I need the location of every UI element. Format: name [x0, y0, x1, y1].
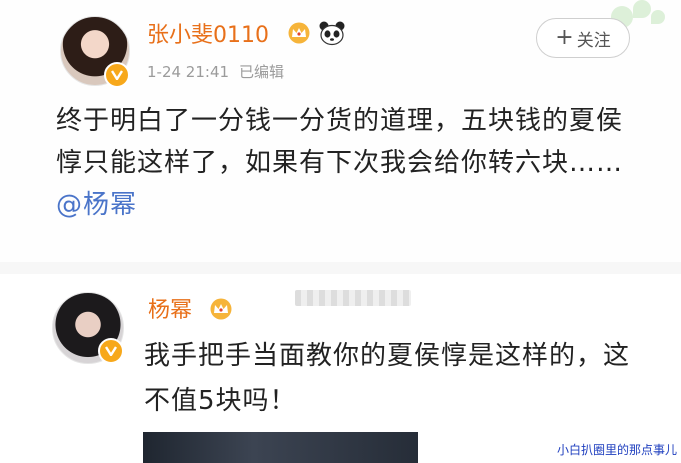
post-text-content: 终于明白了一分钱一分货的道理，五块钱的夏侯惇只能这样了，如果有下次我会给你转六块… — [56, 106, 624, 178]
comment-text: 我手把手当面教你的夏侯惇是这样的，这不值5块吗！ — [144, 341, 631, 416]
section-divider — [0, 262, 681, 274]
weibo-post: 张小斐0110 1-24 21:41 已编辑 + 关注 终于明白了一分钱一分货的道… — [0, 0, 681, 262]
mention-link[interactable]: @杨幂 — [56, 190, 137, 220]
post-text: 终于明白了一分钱一分货的道理，五块钱的夏侯惇只能这样了，如果有下次我会给你转六块… — [56, 100, 636, 226]
blurred-region — [295, 290, 411, 306]
comment-author-name[interactable]: 杨幂 — [148, 292, 192, 324]
follow-button[interactable]: + 关注 — [536, 18, 630, 58]
panda-icon — [319, 21, 345, 46]
watermark: 小白扒圈里的那点事儿 — [556, 443, 677, 457]
post-meta: 1-24 21:41 已编辑 — [147, 61, 284, 82]
verified-v-icon — [104, 62, 130, 88]
verified-v-icon — [98, 338, 124, 364]
plus-icon: + — [555, 25, 574, 50]
author-name[interactable]: 张小斐0110 — [147, 17, 269, 49]
crown-icon — [210, 298, 232, 320]
edited-label: 已编辑 — [239, 63, 285, 81]
crown-icon — [288, 22, 310, 44]
media-image[interactable] — [143, 432, 418, 463]
follow-label: 关注 — [576, 30, 611, 51]
post-timestamp: 1-24 21:41 — [147, 63, 230, 81]
